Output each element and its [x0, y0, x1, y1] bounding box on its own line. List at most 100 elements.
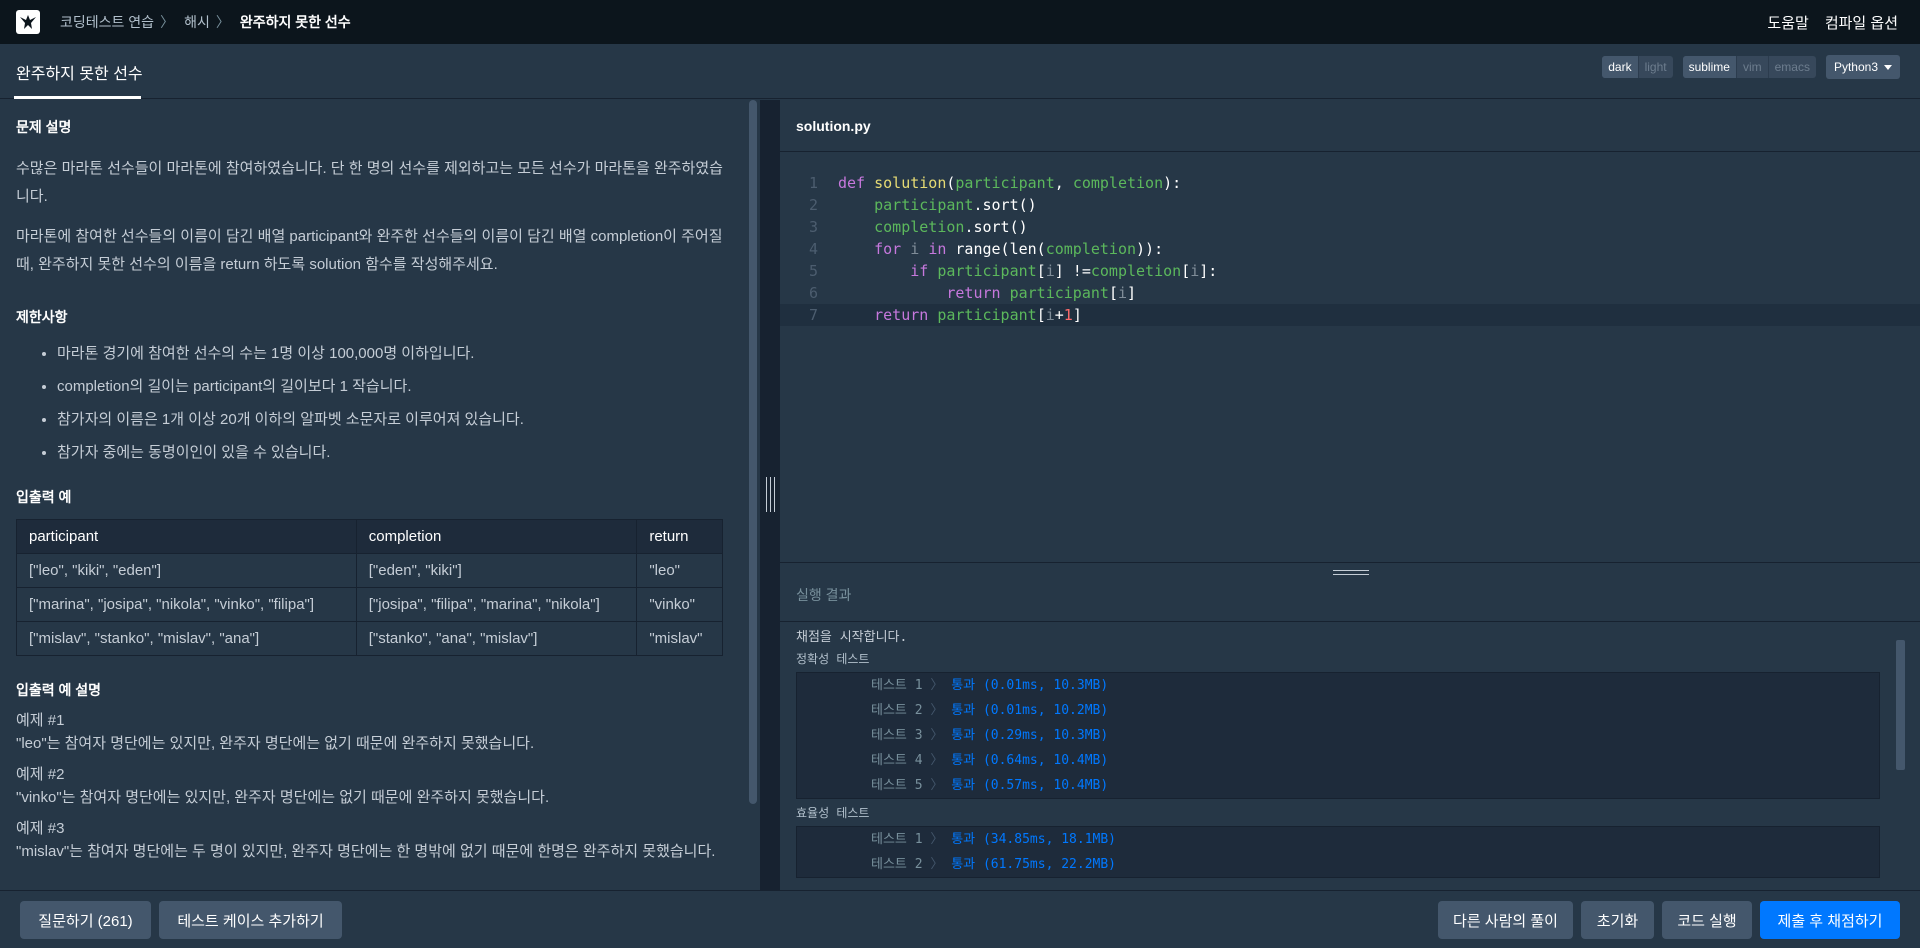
language-select[interactable]: Python3: [1825, 55, 1900, 79]
reset-button[interactable]: 초기화: [1581, 901, 1654, 939]
breadcrumb-hash[interactable]: 해시: [180, 12, 214, 32]
ask-question-button[interactable]: 질문하기 (261): [20, 901, 151, 939]
run-code-button[interactable]: 코드 실행: [1662, 901, 1752, 939]
breadcrumb-coding-test[interactable]: 코딩테스트 연습: [56, 12, 158, 32]
compile-options-link[interactable]: 컴파일 옵션: [1825, 12, 1898, 33]
theme-light-button[interactable]: light: [1639, 56, 1673, 78]
line-number: 4: [808, 240, 818, 258]
keymap-sublime-button[interactable]: sublime: [1682, 56, 1737, 78]
table-cell: ["josipa", "filipa", "marina", "nikola"]: [355, 587, 638, 622]
results-scrollbar[interactable]: [1896, 640, 1905, 770]
test-result-row: 테스트 4 〉 통과 (0.64ms, 10.4MB): [871, 753, 1109, 768]
table-row: ["leo", "kiki", "eden"] ["eden", "kiki"]…: [16, 553, 723, 588]
line-number: 5: [808, 262, 818, 280]
test-result-row: 테스트 2 〉 통과 (0.01ms, 10.2MB): [871, 703, 1109, 718]
table-header: return: [636, 519, 723, 554]
theme-dark-button[interactable]: dark: [1602, 56, 1639, 78]
description-paragraph: 수많은 마라톤 선수들이 마라톤에 참여하였습니다. 단 한 명의 선수를 제외…: [16, 160, 723, 205]
description-scrollbar[interactable]: [749, 100, 757, 804]
table-cell: ["mislav", "stanko", "mislav", "ana"]: [16, 621, 357, 656]
io-example-heading: 입출력 예: [16, 489, 72, 505]
chevron-right-icon: 〉: [160, 14, 175, 30]
add-testcase-button[interactable]: 테스트 케이스 추가하기: [159, 901, 342, 939]
challenge-title-tab[interactable]: 완주하지 못한 선수: [16, 60, 143, 84]
other-solutions-button[interactable]: 다른 사람의 풀이: [1438, 901, 1573, 939]
keymap-vim-button[interactable]: vim: [1737, 56, 1769, 78]
test-result-row: 테스트 1 〉 통과 (34.85ms, 18.1MB): [871, 832, 1117, 847]
breadcrumb: 코딩테스트 연습 〉 해시 〉 완주하지 못한 선수: [56, 12, 355, 32]
problem-description-panel: 문제 설명 수많은 마라톤 선수들이 마라톤에 참여하였습니다. 단 한 명의 …: [0, 100, 760, 890]
code-line-active[interactable]: 7 return participant[i+1]: [780, 304, 1920, 326]
code-line[interactable]: 3 completion.sort(): [780, 216, 1920, 238]
efficiency-test-label: 효율성 테스트: [796, 806, 870, 820]
constraint-item: 참가자 중에는 동명이인이 있을 수 있습니다.: [57, 436, 725, 469]
test-result-row: 테스트 5 〉 통과 (0.57ms, 10.4MB): [871, 778, 1109, 793]
code-area[interactable]: 1 def solution(participant, completion): …: [780, 172, 1920, 326]
line-number: 7: [808, 306, 818, 324]
breadcrumb-current: 완주하지 못한 선수: [239, 14, 351, 30]
description-heading: 문제 설명: [16, 119, 72, 135]
example-label: 예제 #3: [16, 820, 65, 837]
challenge-title-bar: 완주하지 못한 선수 dark light sublime vim emacs …: [0, 44, 1920, 99]
code-line[interactable]: 2 participant.sort(): [780, 194, 1920, 216]
table-row: ["marina", "josipa", "nikola", "vinko", …: [16, 587, 723, 622]
line-number: 1: [808, 174, 818, 192]
theme-toggle: dark light: [1602, 56, 1673, 78]
example-label: 예제 #1: [16, 712, 65, 729]
chevron-right-icon: 〉: [215, 14, 230, 30]
editor-filename: solution.py: [780, 100, 1920, 152]
table-row: ["mislav", "stanko", "mislav", "ana"] ["…: [16, 621, 723, 656]
active-tab-indicator: [14, 96, 141, 99]
accuracy-results-box: 테스트 1 〉 통과 (0.01ms, 10.3MB) 테스트 2 〉 통과 (…: [796, 672, 1880, 799]
programmers-logo-icon[interactable]: [16, 10, 40, 34]
example-label: 예제 #2: [16, 766, 65, 783]
keymap-emacs-button[interactable]: emacs: [1769, 56, 1816, 78]
table-cell: ["leo", "kiki", "eden"]: [16, 553, 357, 588]
accuracy-test-label: 정확성 테스트: [796, 652, 870, 666]
line-number: 3: [808, 218, 818, 236]
code-editor[interactable]: solution.py 1 def solution(participant, c…: [780, 100, 1920, 562]
code-line[interactable]: 6 return participant[i]: [780, 282, 1920, 304]
table-header: participant: [16, 519, 357, 554]
results-console: 채점을 시작합니다. 정확성 테스트 테스트 1 〉 통과 (0.01ms, 1…: [780, 622, 1920, 890]
language-select-value: Python3: [1833, 60, 1878, 74]
constraint-item: 참가자의 이름은 1개 이상 20개 이하의 알파벳 소문자로 이루어져 있습니…: [57, 403, 725, 436]
constraint-item: completion의 길이는 participant의 길이보다 1 작습니다…: [57, 370, 725, 403]
table-cell: ["marina", "josipa", "nikola", "vinko", …: [16, 587, 357, 622]
table-cell: ["stanko", "ana", "mislav"]: [355, 621, 638, 656]
constraints-heading: 제한사항: [16, 309, 68, 325]
example-text: "mislav"는 참여자 명단에는 두 명이 있지만, 완주자 명단에는 한 …: [16, 843, 716, 860]
table-cell: ["eden", "kiki"]: [355, 553, 638, 588]
top-navbar: 코딩테스트 연습 〉 해시 〉 완주하지 못한 선수 도움말 컴파일 옵션: [0, 0, 1920, 44]
constraint-item: 마라톤 경기에 참여한 선수의 수는 1명 이상 100,000명 이하입니다.: [57, 337, 725, 370]
vertical-resize-handle-icon[interactable]: [766, 477, 775, 512]
table-cell: "leo": [636, 553, 723, 588]
test-result-row: 테스트 1 〉 통과 (0.01ms, 10.3MB): [871, 678, 1109, 693]
line-number: 6: [808, 284, 818, 302]
table-cell: "vinko": [636, 587, 723, 622]
caret-down-icon: [1884, 64, 1892, 70]
help-link[interactable]: 도움말: [1767, 12, 1808, 33]
table-cell: "mislav": [636, 621, 723, 656]
submit-button[interactable]: 제출 후 채점하기: [1760, 901, 1900, 939]
io-example-table: participant completion return ["leo", "k…: [16, 519, 723, 656]
table-header: completion: [355, 519, 638, 554]
table-header-row: participant completion return: [16, 519, 723, 554]
efficiency-results-box: 테스트 1 〉 통과 (34.85ms, 18.1MB) 테스트 2 〉 통과 …: [796, 826, 1880, 878]
example-text: "leo"는 참여자 명단에는 있지만, 완주자 명단에는 없기 때문에 완주하…: [16, 735, 535, 752]
constraints-list: 마라톤 경기에 참여한 선수의 수는 1명 이상 100,000명 이하입니다.…: [16, 337, 725, 469]
grading-start-text: 채점을 시작합니다.: [796, 630, 908, 645]
code-line[interactable]: 1 def solution(participant, completion):: [780, 172, 1920, 194]
results-heading: 실행 결과: [780, 575, 1920, 622]
test-result-row: 테스트 3 〉 통과 (0.29ms, 10.3MB): [871, 728, 1109, 743]
editor-options: dark light sublime vim emacs Python3: [1602, 55, 1900, 79]
keymap-toggle: sublime vim emacs: [1682, 56, 1816, 78]
code-line[interactable]: 5 if participant[i] !=completion[i]:: [780, 260, 1920, 282]
test-result-row: 테스트 2 〉 통과 (61.75ms, 22.2MB): [871, 857, 1117, 872]
description-paragraph: 마라톤에 참여한 선수들의 이름이 담긴 배열 participant와 완주한…: [16, 228, 723, 273]
code-line[interactable]: 4 for i in range(len(completion)):: [780, 238, 1920, 260]
bottom-action-bar: 질문하기 (261) 테스트 케이스 추가하기 다른 사람의 풀이 초기화 코드…: [0, 890, 1920, 948]
example-text: "vinko"는 참여자 명단에는 있지만, 완주자 명단에는 없기 때문에 완…: [16, 789, 550, 806]
io-explain-heading: 입출력 예 설명: [16, 682, 102, 698]
line-number: 2: [808, 196, 818, 214]
